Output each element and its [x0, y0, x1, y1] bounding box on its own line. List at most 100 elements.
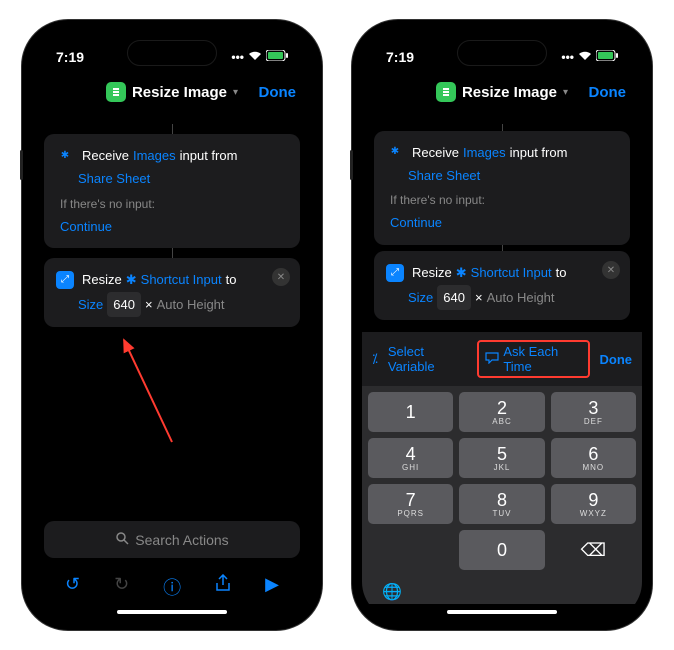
- auto-height-label[interactable]: Auto Height: [487, 286, 555, 309]
- wifi-icon: [578, 50, 592, 64]
- receive-card[interactable]: ✱ Receive Images input from Share Sheet …: [374, 131, 630, 245]
- size-link[interactable]: Size: [78, 293, 103, 316]
- chevron-down-icon: ▾: [233, 87, 238, 98]
- search-placeholder: Search Actions: [135, 532, 228, 548]
- redo-button: ↻: [114, 574, 129, 600]
- ask-icon: [485, 352, 499, 367]
- key-1[interactable]: 1: [368, 392, 453, 432]
- size-link[interactable]: Size: [408, 286, 433, 309]
- key-9[interactable]: 9WXYZ: [551, 484, 636, 524]
- times-label: ×: [145, 293, 153, 316]
- resize-label: Resize: [82, 268, 122, 291]
- receive-label: Receive: [412, 141, 459, 164]
- times-label: ×: [475, 286, 483, 309]
- resize-icon: ⤢: [56, 271, 74, 289]
- resize-card[interactable]: ✕ ⤢ Resize ✱ Shortcut Input to Size 640 …: [44, 258, 300, 327]
- variable-icon: ✱: [456, 261, 467, 284]
- battery-icon: [266, 50, 288, 64]
- share-sheet-link[interactable]: Share Sheet: [408, 164, 480, 187]
- key-4[interactable]: 4GHI: [368, 438, 453, 478]
- header-title-group[interactable]: Resize Image ▾: [106, 82, 238, 102]
- receive-icon: ✱: [386, 143, 404, 161]
- variable-icon: ✱: [126, 268, 137, 291]
- undo-button[interactable]: ↺: [65, 574, 80, 600]
- connector-line: [172, 248, 173, 258]
- resize-label: Resize: [412, 261, 452, 284]
- resize-icon: ⤢: [386, 264, 404, 282]
- to-label: to: [556, 261, 567, 284]
- connector-line: [502, 124, 503, 131]
- key-blank: [368, 530, 453, 570]
- no-input-label: If there's no input:: [390, 193, 618, 207]
- ask-each-time-button[interactable]: Ask Each Time: [477, 340, 589, 378]
- signal-icon: •••: [231, 50, 244, 64]
- home-indicator[interactable]: [447, 610, 557, 614]
- key-7[interactable]: 7PQRS: [368, 484, 453, 524]
- share-sheet-link[interactable]: Share Sheet: [78, 167, 150, 190]
- size-value[interactable]: 640: [437, 285, 471, 310]
- dynamic-island: [457, 40, 547, 66]
- keyboard-bottom-bar: 🌐 🎤: [362, 576, 642, 604]
- search-icon: [115, 531, 129, 548]
- keyboard-done-button[interactable]: Done: [600, 352, 633, 367]
- chevron-down-icon: ▾: [563, 87, 568, 98]
- page-title: Resize Image: [132, 84, 227, 101]
- to-label: to: [226, 268, 237, 291]
- header-title-group[interactable]: Resize Image ▾: [436, 82, 568, 102]
- key-0[interactable]: 0: [459, 530, 544, 570]
- key-5[interactable]: 5JKL: [459, 438, 544, 478]
- input-from-label: input from: [180, 144, 238, 167]
- signal-icon: •••: [561, 50, 574, 64]
- status-time: 7:19: [56, 49, 84, 65]
- input-from-label: input from: [510, 141, 568, 164]
- continue-link[interactable]: Continue: [390, 211, 442, 234]
- done-button[interactable]: Done: [589, 84, 627, 101]
- dynamic-island: [127, 40, 217, 66]
- receive-icon: ✱: [56, 147, 74, 165]
- wifi-icon: [248, 50, 262, 64]
- content-area: ✱ Receive Images input from Share Sheet …: [362, 112, 642, 332]
- key-3[interactable]: 3DEF: [551, 392, 636, 432]
- size-value[interactable]: 640: [107, 292, 141, 317]
- key-2[interactable]: 2ABC: [459, 392, 544, 432]
- toolbar: ↺ ↻ ⓘ ▶: [32, 566, 312, 604]
- share-button[interactable]: [215, 574, 231, 600]
- play-button[interactable]: ▶: [265, 574, 279, 600]
- screen: 7:19 ••• Resize Image ▾ Done: [32, 30, 312, 620]
- key-6[interactable]: 6MNO: [551, 438, 636, 478]
- header: Resize Image ▾ Done: [362, 72, 642, 112]
- search-actions-bar[interactable]: Search Actions: [44, 521, 300, 558]
- no-input-label: If there's no input:: [60, 197, 288, 211]
- shortcut-app-icon: [436, 82, 456, 102]
- shortcut-input-link[interactable]: Shortcut Input: [471, 261, 552, 284]
- status-time: 7:19: [386, 49, 414, 65]
- images-link[interactable]: Images: [133, 144, 176, 167]
- numeric-keypad: 1 2ABC 3DEF 4GHI 5JKL 6MNO 7PQRS 8TUV 9W…: [362, 386, 642, 576]
- resize-card[interactable]: ✕ ⤢ Resize ✱ Shortcut Input to Size 640 …: [374, 251, 630, 320]
- screen: 7:19 ••• Resize Image ▾ Done: [362, 30, 642, 620]
- battery-icon: [596, 50, 618, 64]
- keyboard-accessory-bar: ⁒ Select Variable Ask Each Time Done: [362, 332, 642, 386]
- images-link[interactable]: Images: [463, 141, 506, 164]
- receive-label: Receive: [82, 144, 129, 167]
- key-backspace[interactable]: ⌫: [551, 530, 636, 570]
- shortcut-app-icon: [106, 82, 126, 102]
- page-title: Resize Image: [462, 84, 557, 101]
- connector-line: [172, 124, 173, 134]
- phone-right: 7:19 ••• Resize Image ▾ Done: [352, 20, 652, 630]
- globe-icon[interactable]: 🌐: [382, 582, 402, 602]
- continue-link[interactable]: Continue: [60, 215, 112, 238]
- header: Resize Image ▾ Done: [32, 72, 312, 112]
- done-button[interactable]: Done: [259, 84, 297, 101]
- variable-toggle-icon[interactable]: ⁒: [372, 351, 378, 367]
- auto-height-label[interactable]: Auto Height: [157, 293, 225, 316]
- phone-left: 7:19 ••• Resize Image ▾ Done: [22, 20, 322, 630]
- ask-each-time-label: Ask Each Time: [503, 344, 581, 374]
- home-indicator[interactable]: [117, 610, 227, 614]
- key-8[interactable]: 8TUV: [459, 484, 544, 524]
- shortcut-input-link[interactable]: Shortcut Input: [141, 268, 222, 291]
- content-area: ✱ Receive Images input from Share Sheet …: [32, 112, 312, 521]
- info-button[interactable]: ⓘ: [163, 574, 181, 600]
- receive-card[interactable]: ✱ Receive Images input from Share Sheet …: [44, 134, 300, 248]
- select-variable-button[interactable]: Select Variable: [388, 344, 467, 374]
